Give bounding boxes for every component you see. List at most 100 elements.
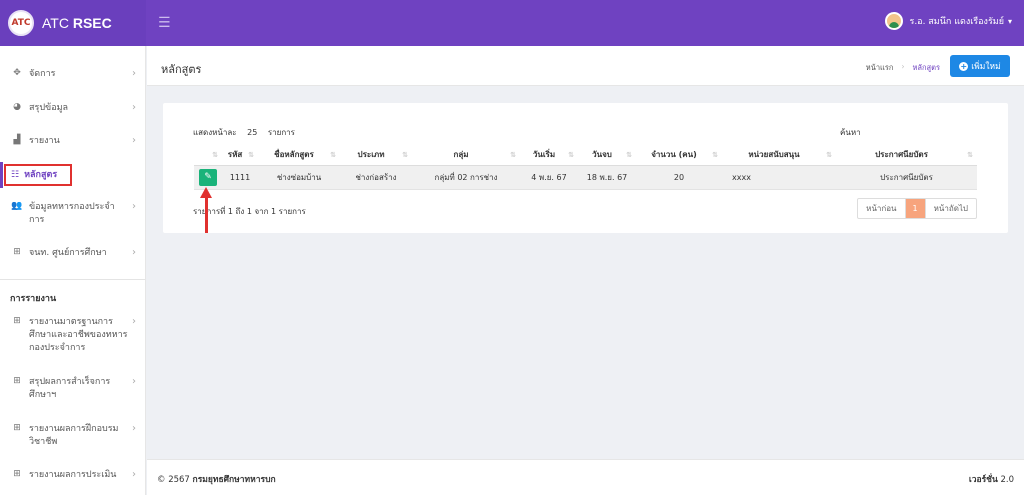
- sort-icon: ⇅: [826, 151, 832, 159]
- sidebar: ✥ จัดการ › ◕ สรุปข้อมูล › ▟ รายงาน › ☷ ห…: [0, 46, 146, 495]
- grid-icon: ⊞: [13, 316, 21, 326]
- users-icon: 👥: [11, 201, 23, 211]
- courses-table: ⇅ รหัส ⇅ ชื่อหลักสูตร ⇅ ประเภท ⇅ กลุ่ม ⇅ วัน…: [194, 145, 977, 190]
- sidebar-item-report[interactable]: ▟ รายงาน ›: [0, 135, 145, 148]
- sidebar-item-label: รายงานมาตรฐานการศึกษาและอาชีพของทหารกองป…: [29, 317, 128, 353]
- sidebar-item-report-evaluation[interactable]: ⊞ รายงานผลการประเมิน ›: [0, 469, 145, 482]
- pagination-next[interactable]: หน้าถัดไป: [924, 199, 976, 218]
- table-row: ✎ 1111 ช่างซ่อมบ้าน ช่างก่อสร้าง กลุ่มที…: [194, 165, 977, 190]
- pagination-prev[interactable]: หน้าก่อน: [858, 199, 906, 218]
- column-header-code[interactable]: รหัส ⇅: [222, 145, 258, 166]
- menu-toggle-icon[interactable]: ☰: [158, 15, 171, 31]
- sidebar-item-label: สรุปผลการสำเร็จการศึกษาฯ: [29, 377, 111, 400]
- pagination-page-1[interactable]: 1: [905, 199, 925, 218]
- copyright: © 2567 กรมยุทธศึกษาทหารบก: [157, 475, 276, 485]
- sort-icon: ⇅: [712, 151, 718, 159]
- table-cell-certificate: ประกาศนียบัตร: [836, 165, 977, 190]
- sidebar-item-label: รายงานผลการฝึกอบรมวิชาชีพ: [29, 424, 119, 447]
- length-suffix: รายการ: [267, 128, 295, 137]
- sort-icon: ⇅: [967, 151, 973, 159]
- sidebar-item-report-standard[interactable]: ⊞ รายงานมาตรฐานการศึกษาและอาชีพของทหารกอ…: [0, 316, 145, 355]
- sort-icon: ⇅: [402, 151, 408, 159]
- grid-icon: ⊞: [13, 469, 21, 479]
- grid-icon: ⊞: [13, 423, 21, 433]
- sidebar-item-summary[interactable]: ◕ สรุปข้อมูล ›: [0, 102, 145, 115]
- sort-icon: ⇅: [248, 151, 254, 159]
- column-header-start-date[interactable]: วันเริ่ม ⇅: [520, 145, 578, 166]
- grid-icon: ⊞: [13, 376, 21, 386]
- sidebar-item-report-graduation[interactable]: ⊞ สรุปผลการสำเร็จการศึกษาฯ ›: [0, 376, 145, 402]
- bar-chart-icon: ▟: [13, 135, 21, 145]
- table-cell-action: ✎: [194, 165, 222, 190]
- chevron-down-icon: ▾: [1007, 16, 1012, 26]
- table-cell-type: ช่างก่อสร้าง: [340, 165, 412, 190]
- plus-circle-icon: +: [959, 61, 969, 71]
- column-header-certificate[interactable]: ประกาศนียบัตร ⇅: [836, 145, 977, 166]
- chevron-right-icon: ›: [132, 316, 136, 327]
- pagination: หน้าก่อน 1 หน้าถัดไป: [857, 198, 977, 219]
- sidebar-item-label: สรุปข้อมูล: [29, 103, 69, 113]
- table-cell-end-date: 18 พ.ย. 67: [578, 165, 636, 190]
- column-header-end-date[interactable]: วันจบ ⇅: [578, 145, 636, 166]
- sidebar-item-manage[interactable]: ✥ จัดการ ›: [0, 68, 145, 81]
- list-icon: ☷: [11, 170, 20, 180]
- sidebar-item-label: จัดการ: [29, 69, 56, 79]
- sidebar-item-report-training[interactable]: ⊞ รายงานผลการฝึกอบรมวิชาชีพ ›: [0, 423, 145, 449]
- sort-icon: ⇅: [212, 151, 218, 159]
- avatar: [885, 12, 904, 30]
- user-name: ร.อ. สมนึก แดงเรืองรัมย์: [909, 17, 1004, 27]
- sidebar-item-staff[interactable]: ⊞ จนท. ศูนย์การศึกษา ›: [0, 247, 145, 260]
- sidebar-item-label: จนท. ศูนย์การศึกษา: [29, 248, 107, 258]
- brand-logo: ATC: [8, 10, 34, 36]
- sidebar-divider: [0, 279, 145, 280]
- courses-card: แสดงหน้าละ 25 รายการ ค้นหา ⇅ รหัส ⇅ ชื่อห…: [163, 103, 1008, 233]
- column-header-action[interactable]: ⇅: [194, 145, 222, 166]
- sidebar-item-courses[interactable]: ☷ หลักสูตร: [4, 164, 72, 186]
- version: เวอร์ชั่น 2.0: [968, 475, 1014, 485]
- user-menu[interactable]: ร.อ. สมนึก แดงเรืองรัมย์ ▾: [885, 12, 1012, 30]
- sort-icon: ⇅: [568, 151, 574, 159]
- table-cell-count: 20: [636, 165, 722, 190]
- length-select[interactable]: 25: [247, 128, 257, 137]
- sidebar-item-conscripts[interactable]: 👥 ข้อมูลทหารกองประจำการ ›: [0, 201, 145, 227]
- footer: © 2567 กรมยุทธศึกษาทหารบก เวอร์ชั่น 2.0: [147, 459, 1024, 495]
- chevron-right-icon: ›: [132, 102, 136, 113]
- chevron-right-icon: ›: [132, 423, 136, 434]
- chevron-right-icon: ›: [132, 247, 136, 258]
- brand[interactable]: ATC ATC RSEC: [0, 0, 146, 46]
- add-new-button[interactable]: + เพิ่มใหม่: [950, 55, 1010, 77]
- column-header-support-unit[interactable]: หน่วยสนับสนุน ⇅: [722, 145, 836, 166]
- pie-chart-icon: ◕: [13, 102, 21, 112]
- search-label: ค้นหา: [840, 128, 861, 137]
- breadcrumb-separator-icon: ›: [901, 62, 905, 71]
- chevron-right-icon: ›: [132, 469, 136, 480]
- brand-name: ATC RSEC: [42, 15, 112, 31]
- length-label: แสดงหน้าละ: [193, 128, 237, 137]
- sidebar-item-label: รายงานผลการประเมิน: [29, 470, 117, 480]
- annotation-arrow-icon: [200, 187, 212, 233]
- add-new-label: เพิ่มใหม่: [971, 62, 1001, 72]
- sidebar-section-title: การรายงาน: [10, 294, 57, 304]
- table-cell-course-name: ช่างซ่อมบ้าน: [258, 165, 340, 190]
- table-cell-support-unit: xxxx: [722, 165, 836, 190]
- chevron-right-icon: ›: [132, 135, 136, 146]
- table-cell-start-date: 4 พ.ย. 67: [520, 165, 578, 190]
- chevron-right-icon: ›: [132, 68, 136, 79]
- arrows-move-icon: ✥: [13, 68, 21, 78]
- column-header-group[interactable]: กลุ่ม ⇅: [412, 145, 520, 166]
- sort-icon: ⇅: [510, 151, 516, 159]
- chevron-right-icon: ›: [132, 201, 136, 212]
- content-header: หลักสูตร หน้าแรก › หลักสูตร + เพิ่มใหม่: [147, 46, 1024, 86]
- column-header-type[interactable]: ประเภท ⇅: [340, 145, 412, 166]
- page-length-control: แสดงหน้าละ 25 รายการ: [193, 126, 303, 139]
- breadcrumb-home[interactable]: หน้าแรก: [866, 62, 894, 74]
- edit-pencil-icon[interactable]: ✎: [199, 168, 217, 186]
- sort-icon: ⇅: [330, 151, 336, 159]
- table-cell-group: กลุ่มที่ 02 การช่าง: [412, 165, 520, 190]
- page-title: หลักสูตร: [161, 63, 202, 76]
- breadcrumb: หน้าแรก › หลักสูตร: [866, 62, 940, 74]
- sidebar-item-label: ข้อมูลทหารกองประจำการ: [29, 202, 115, 225]
- column-header-count[interactable]: จำนวน (คน) ⇅: [636, 145, 722, 166]
- column-header-course-name[interactable]: ชื่อหลักสูตร ⇅: [258, 145, 340, 166]
- sort-icon: ⇅: [626, 151, 632, 159]
